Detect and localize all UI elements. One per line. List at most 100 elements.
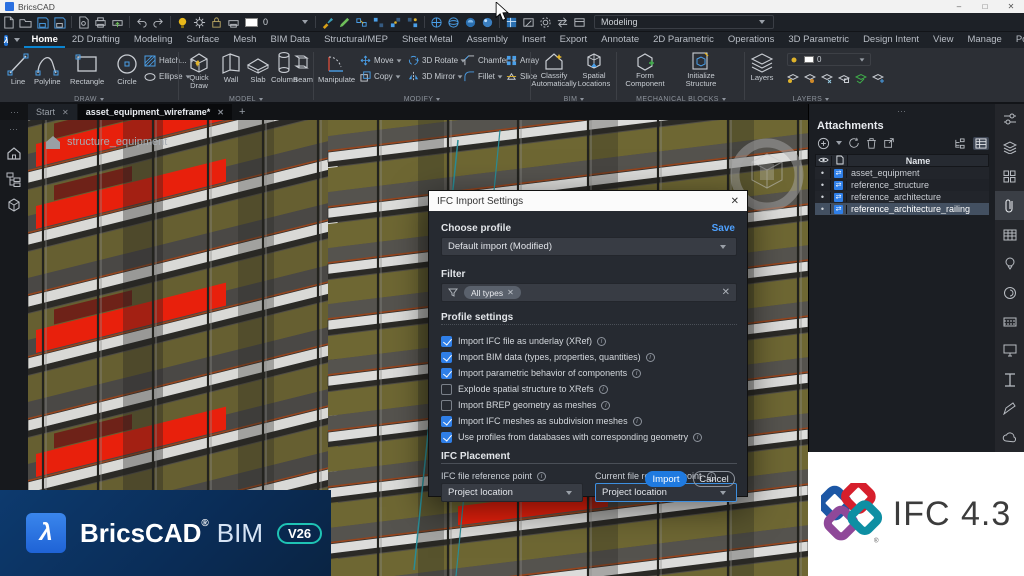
save-icon[interactable] — [36, 16, 49, 29]
attachment-row[interactable]: • ⇄ reference_structure — [815, 179, 989, 191]
gear-icon[interactable] — [193, 16, 206, 29]
layer-combobox[interactable]: 0 — [787, 53, 871, 66]
profiles-panel-tab[interactable] — [995, 365, 1024, 394]
tool-3d-rotate[interactable]: 3D Rotate — [408, 54, 468, 67]
attach-file-icon[interactable] — [817, 137, 830, 150]
open-file-icon[interactable] — [19, 16, 32, 29]
tab-view[interactable]: View — [926, 32, 960, 48]
home-view-icon[interactable] — [6, 145, 22, 161]
setting-row[interactable]: Import parametric behavior of components — [441, 367, 641, 379]
setting-row[interactable]: Use profiles from databases with corresp… — [441, 431, 702, 443]
delete-icon[interactable] — [866, 137, 877, 149]
setting-row[interactable]: Import IFC file as underlay (XRef) — [441, 335, 606, 347]
filter-input[interactable]: All types ✕ ✕ — [441, 283, 737, 302]
workspace-selector[interactable]: Modeling — [594, 15, 774, 29]
print-icon[interactable] — [94, 16, 107, 29]
tool-circle[interactable]: Circle — [114, 51, 140, 86]
checkbox[interactable] — [441, 368, 452, 379]
world-ucs-icon[interactable] — [430, 16, 443, 29]
materials-panel-tab[interactable] — [995, 307, 1024, 336]
tool-initialize-structure[interactable]: Initialize Structure — [677, 51, 725, 89]
table-panel-tab[interactable] — [995, 220, 1024, 249]
tool-form-component[interactable]: Form Component — [623, 51, 667, 89]
save-profile-link[interactable]: Save — [712, 223, 735, 234]
tool-fillet[interactable]: Fillet — [464, 70, 505, 83]
render-panel-tab[interactable] — [995, 249, 1024, 278]
tool-wall[interactable]: Wall — [219, 51, 243, 84]
lock-icon[interactable] — [210, 16, 223, 29]
publish-icon[interactable] — [111, 16, 124, 29]
display-panel-tab[interactable] — [995, 336, 1024, 365]
tool-move[interactable]: Move — [360, 54, 404, 67]
setting-row[interactable]: Import BREP geometry as meshes — [441, 399, 610, 411]
tool-slab[interactable]: Slab — [245, 51, 271, 84]
preview-icon[interactable] — [77, 16, 90, 29]
close-button[interactable]: ✕ — [998, 0, 1024, 13]
attachments-panel-tab[interactable] — [995, 191, 1024, 220]
tool-line[interactable]: Line — [6, 51, 30, 86]
snap-polar-icon[interactable] — [406, 16, 419, 29]
tool-spatial-locations[interactable]: Spatial Locations — [575, 51, 613, 89]
entity-snap-icon[interactable] — [355, 16, 368, 29]
tab-2d-parametric[interactable]: 2D Parametric — [646, 32, 721, 48]
new-tab-button[interactable]: + — [239, 106, 245, 118]
tool-3d-mirror[interactable]: 3D Mirror — [408, 70, 465, 83]
tab-export[interactable]: Export — [553, 32, 594, 48]
tab-mesh[interactable]: Mesh — [226, 32, 263, 48]
undo-icon[interactable] — [135, 16, 148, 29]
view-sphere-icon[interactable] — [447, 16, 460, 29]
tab-annotate[interactable]: Annotate — [594, 32, 646, 48]
cancel-button[interactable]: Cancel — [693, 471, 735, 487]
layers-panel-tab[interactable] — [995, 133, 1024, 162]
layer-lock-icon[interactable] — [838, 73, 850, 84]
window-icon[interactable] — [573, 16, 586, 29]
layer-off-icon[interactable] — [804, 73, 816, 84]
tree-view-toggle[interactable] — [951, 137, 967, 150]
close-tab-icon[interactable]: ✕ — [62, 108, 69, 117]
checkbox[interactable] — [441, 400, 452, 411]
panel-handle-icon[interactable]: ⋯ — [897, 106, 907, 117]
layer-new-icon[interactable] — [872, 73, 884, 84]
tab-3d-parametric[interactable]: 3D Parametric — [781, 32, 856, 48]
tab-modeling[interactable]: Modeling — [127, 32, 180, 48]
attach-dropdown-chevron-icon[interactable] — [836, 141, 842, 145]
chip-remove-icon[interactable]: ✕ — [507, 288, 514, 297]
tab-surface[interactable]: Surface — [179, 32, 226, 48]
tool-layers[interactable]: Layers — [749, 51, 775, 82]
filter-clear-icon[interactable]: ✕ — [722, 287, 730, 298]
dialog-title-bar[interactable]: IFC Import Settings ✕ — [429, 191, 747, 211]
sketch-panel-tab[interactable] — [995, 394, 1024, 423]
properties-panel-tab[interactable] — [995, 104, 1024, 133]
tool-classify-automatically[interactable]: Classify Automatically — [534, 51, 574, 89]
layer-match-icon[interactable] — [855, 73, 867, 84]
file-ref-select[interactable]: Project location — [441, 483, 583, 502]
layer-dropdown-chevron-icon[interactable] — [302, 20, 308, 24]
tab-insert[interactable]: Insert — [515, 32, 553, 48]
tab-assembly[interactable]: Assembly — [460, 32, 515, 48]
name-column-header[interactable]: Name — [848, 156, 988, 166]
setting-row[interactable]: Import BIM data (types, properties, quan… — [441, 351, 655, 363]
tool-copy[interactable]: Copy — [360, 70, 403, 83]
render-mode-icon[interactable] — [464, 16, 477, 29]
maximize-button[interactable]: □ — [972, 0, 998, 13]
checkbox[interactable] — [441, 432, 452, 443]
blocks-panel-tab[interactable] — [995, 162, 1024, 191]
redo-icon[interactable] — [152, 16, 165, 29]
cloud-panel-tab[interactable] — [995, 423, 1024, 452]
minimize-button[interactable]: – — [946, 0, 972, 13]
attachment-row[interactable]: • ⇄ reference_architecture_railing — [815, 203, 989, 215]
swap-icon[interactable] — [556, 16, 569, 29]
snap-track-icon[interactable] — [389, 16, 402, 29]
tab-point-cloud[interactable]: Point Cloud — [1009, 32, 1024, 48]
tab-manage[interactable]: Manage — [960, 32, 1008, 48]
checkbox[interactable] — [441, 384, 452, 395]
color-swatch[interactable] — [245, 18, 258, 27]
tab-structural-mep[interactable]: Structural/MEP — [317, 32, 395, 48]
annotate-panel-icon[interactable] — [522, 16, 535, 29]
tab-home[interactable]: Home — [24, 32, 64, 48]
tab-operations[interactable]: Operations — [721, 32, 781, 48]
paint-icon[interactable] — [321, 16, 334, 29]
save-as-icon[interactable] — [53, 16, 66, 29]
profile-select[interactable]: Default import (Modified) — [441, 237, 737, 256]
model-cube-icon[interactable] — [6, 197, 22, 213]
